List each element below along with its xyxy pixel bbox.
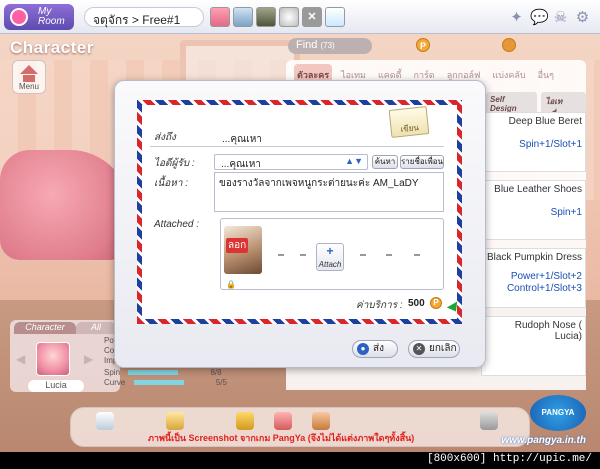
message-input[interactable]: ของรางวัลจากเพจหนูกระต่ายนะค่ะ AM_LaDY bbox=[214, 172, 444, 212]
curve-bar-fill bbox=[133, 380, 184, 386]
friend-list-button[interactable]: รายชื่อเพื่อน bbox=[400, 155, 444, 169]
dropdown-icon[interactable]: ▲▼ bbox=[345, 156, 363, 166]
attach-button[interactable]: + Attach bbox=[316, 243, 344, 271]
fee-label: ค่าบริการ : bbox=[356, 300, 403, 311]
pang-coin-icon: P bbox=[416, 38, 430, 52]
find-label: Find bbox=[296, 39, 318, 51]
shop-item[interactable]: Black Pumpkin Dress Power+1/Slot+2 Contr… bbox=[481, 248, 586, 308]
home-icon bbox=[20, 65, 38, 74]
recipient-input[interactable]: ...คุณเหา ▲▼ bbox=[214, 154, 368, 170]
player-avatar-icon-2[interactable] bbox=[233, 7, 253, 27]
item-stats-2: Control+1/Slot+3 bbox=[506, 283, 582, 294]
trash-icon[interactable] bbox=[480, 412, 498, 430]
write-paper-icon[interactable]: เขียน bbox=[388, 106, 430, 138]
spin-bar bbox=[128, 370, 179, 376]
spin-value: 8/8 bbox=[210, 368, 222, 377]
divider bbox=[150, 146, 444, 147]
mail-icon[interactable] bbox=[166, 412, 184, 430]
curve-bar bbox=[133, 380, 184, 386]
spin-bar-fill bbox=[128, 370, 179, 376]
spin-curve-bars: Spin 8/8 Curve 5/5 bbox=[104, 368, 227, 388]
fee-value: 500 bbox=[408, 298, 425, 309]
gear-icon[interactable]: ⚙ bbox=[574, 9, 591, 26]
tab-all[interactable]: All bbox=[76, 322, 116, 334]
top-bar: My Room จตุจักร > Free#1 ✕ ✦ 💬 ☠ ⚙ bbox=[0, 0, 600, 34]
ball-icon[interactable] bbox=[279, 7, 299, 27]
from-label: ส่งถึง bbox=[154, 132, 176, 143]
pang-icon: P bbox=[430, 297, 442, 309]
chat-icon[interactable]: 💬 bbox=[530, 9, 549, 26]
send-button[interactable]: ● ส่ง bbox=[352, 340, 398, 358]
player-avatar-icon-1[interactable] bbox=[210, 7, 230, 27]
notice-text: ภาพนี้เป็น Screenshot จากเกม PangYa (จึง… bbox=[148, 433, 415, 443]
find-count: (73) bbox=[320, 41, 335, 50]
trophy-icon[interactable] bbox=[236, 412, 254, 430]
search-button[interactable]: ค้นหา bbox=[372, 155, 398, 169]
menu-button[interactable]: Menu bbox=[12, 60, 46, 94]
player-avatar-icon-3[interactable] bbox=[256, 7, 276, 27]
cookie-coin-icon bbox=[502, 38, 516, 52]
skull-icon[interactable]: ☠ bbox=[552, 9, 569, 26]
item-stats: Spin+1 bbox=[550, 207, 582, 218]
game-scene: My Room จตุจักร > Free#1 ✕ ✦ 💬 ☠ ⚙ Chara… bbox=[0, 0, 600, 452]
site-url: www.pangya.in.th bbox=[501, 435, 586, 446]
send-label: ส่ง bbox=[373, 343, 384, 354]
sparkle-icon[interactable]: ✦ bbox=[508, 9, 525, 26]
star-icon[interactable] bbox=[312, 412, 330, 430]
sofa bbox=[0, 150, 130, 260]
send-icon: ● bbox=[357, 343, 369, 355]
footer-text: [800x600] http://upic.me/ bbox=[426, 453, 592, 465]
shop-item[interactable]: Blue Leather Shoes Spin+1 bbox=[481, 180, 586, 240]
home-icon-body bbox=[23, 75, 35, 82]
footer-bar: [800x600] http://upic.me/ bbox=[0, 452, 600, 469]
close-slot-icon[interactable]: ✕ bbox=[302, 7, 322, 27]
item-name: Rudoph Nose ( Lucia) bbox=[514, 320, 582, 342]
shop-item[interactable]: Deep Blue Beret Spin+1/Slot+1 bbox=[481, 112, 586, 172]
tab-club[interactable]: แบ่งคลับ bbox=[489, 64, 528, 86]
item-stats: Spin+1/Slot+1 bbox=[519, 139, 582, 150]
pangya-logo: PANGYA bbox=[530, 395, 586, 431]
empty-slot bbox=[278, 254, 284, 256]
curve-label: Curve bbox=[104, 378, 126, 387]
recipient-label: ไอดีผู้รับ : bbox=[154, 158, 195, 169]
menu-label: Menu bbox=[18, 82, 39, 91]
find-button[interactable]: Find (73) bbox=[288, 38, 372, 54]
empty-slot bbox=[360, 254, 366, 256]
house-icon[interactable] bbox=[274, 412, 292, 430]
character-portrait[interactable] bbox=[36, 342, 70, 376]
cancel-label: ยกเลิก bbox=[429, 343, 457, 354]
cancel-button[interactable]: ✕ ยกเลิก bbox=[408, 340, 460, 358]
attached-label: Attached : bbox=[154, 219, 200, 230]
recipient-value: ...คุณเหา bbox=[221, 159, 261, 170]
tab-character-select[interactable]: Character bbox=[14, 322, 76, 334]
shop-item[interactable]: Rudoph Nose ( Lucia) bbox=[481, 316, 586, 376]
next-character-icon[interactable]: ▶ bbox=[84, 352, 93, 366]
from-value: ...คุณเหา bbox=[222, 134, 262, 145]
item-name: Deep Blue Beret bbox=[508, 116, 582, 127]
attach-label: Attach bbox=[318, 260, 342, 269]
character-name: Lucia bbox=[28, 380, 84, 392]
plus-icon: + bbox=[326, 244, 334, 258]
my-room-logo[interactable]: My Room bbox=[4, 4, 74, 30]
my-room-label: My Room bbox=[38, 6, 65, 27]
item-name: Black Pumpkin Dress bbox=[486, 252, 582, 263]
delete-attachment-button[interactable]: ลอก bbox=[226, 238, 249, 253]
empty-slot bbox=[414, 254, 420, 256]
scroll-icon[interactable] bbox=[96, 412, 114, 430]
item-stats: Power+1/Slot+2 bbox=[510, 271, 582, 282]
content-label: เนื้อหา : bbox=[154, 178, 189, 189]
scenery-icon[interactable] bbox=[325, 7, 345, 27]
lock-icon: 🔒 bbox=[226, 280, 236, 289]
my-room-icon bbox=[10, 8, 28, 26]
curve-value: 5/5 bbox=[215, 378, 227, 387]
spin-label: Spin bbox=[104, 368, 121, 377]
prev-character-icon[interactable]: ◀ bbox=[16, 352, 25, 366]
empty-slot bbox=[386, 254, 392, 256]
room-name: จตุจักร > Free#1 bbox=[84, 7, 204, 27]
item-name: Blue Leather Shoes bbox=[494, 184, 582, 195]
tab-other[interactable]: อื่นๆ bbox=[535, 64, 557, 86]
empty-slot bbox=[300, 254, 306, 256]
page-title: Character bbox=[10, 38, 94, 57]
close-icon: ✕ bbox=[413, 343, 425, 355]
